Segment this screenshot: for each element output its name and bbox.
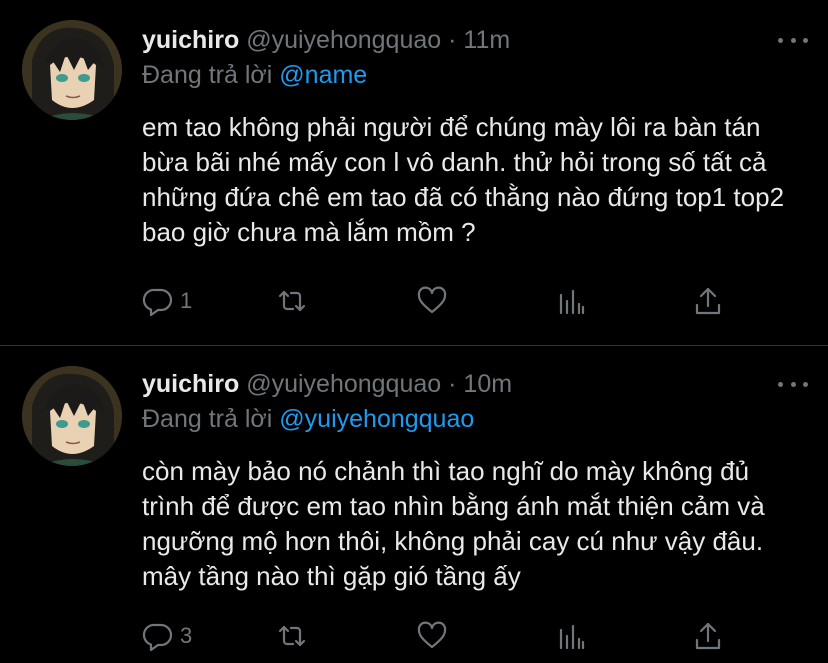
more-dots-icon[interactable]	[778, 30, 808, 50]
bar-chart-icon	[559, 289, 585, 315]
views-button[interactable]	[555, 281, 587, 321]
avatar-image	[22, 20, 122, 120]
views-button[interactable]	[555, 616, 587, 656]
user-handle[interactable]: @yuiyehongquao	[246, 370, 441, 398]
reply-mention-link[interactable]: @name	[279, 61, 367, 89]
avatar[interactable]	[22, 20, 122, 120]
bar-chart-icon	[559, 624, 585, 650]
replying-to: Đang trả lời @yuiyehongquao	[142, 402, 808, 436]
tweet-header: yuichiro @yuiyehongquao · 11m	[142, 24, 808, 56]
display-name[interactable]: yuichiro	[142, 370, 239, 398]
avatar-image	[22, 366, 122, 466]
tweet-text: còn mày bảo nó chảnh thì tao nghĩ do mày…	[142, 456, 765, 591]
replying-to: Đang trả lời @name	[142, 58, 808, 92]
tweet[interactable]: yuichiro @yuiyehongquao · 11m Đang trả l…	[0, 0, 828, 345]
retweet-icon	[278, 625, 306, 647]
tweet-text: em tao không phải người để chúng mày lôi…	[142, 112, 785, 247]
reply-prefix: Đang trả lời	[142, 405, 273, 433]
more-dots-icon[interactable]	[778, 374, 808, 394]
reply-prefix: Đang trả lời	[142, 61, 273, 89]
tweet-header: yuichiro @yuiyehongquao · 10m	[142, 368, 808, 400]
separator-dot: ·	[448, 370, 457, 398]
heart-icon	[417, 621, 447, 649]
tweet-actions: 1	[142, 281, 742, 321]
comment-bubble-icon	[142, 288, 173, 317]
like-button[interactable]	[416, 281, 448, 321]
retweet-icon	[278, 290, 306, 312]
share-upload-icon	[695, 622, 721, 650]
comment-bubble-icon	[142, 623, 173, 652]
retweet-button[interactable]	[276, 616, 308, 656]
reply-button[interactable]: 3	[142, 616, 192, 656]
reply-mention-link[interactable]: @yuiyehongquao	[279, 405, 474, 433]
share-button[interactable]	[692, 281, 724, 321]
share-upload-icon	[695, 287, 721, 315]
tweet[interactable]: yuichiro @yuiyehongquao · 10m Đang trả l…	[0, 345, 828, 663]
user-handle[interactable]: @yuiyehongquao	[246, 26, 441, 54]
retweet-button[interactable]	[276, 281, 308, 321]
timestamp[interactable]: 11m	[463, 26, 510, 54]
reply-count: 1	[180, 288, 193, 313]
separator-dot: ·	[448, 26, 457, 54]
share-button[interactable]	[692, 616, 724, 656]
tweet-actions: 3	[142, 616, 742, 656]
display-name[interactable]: yuichiro	[142, 26, 239, 54]
heart-icon	[417, 286, 447, 314]
like-button[interactable]	[416, 616, 448, 656]
reply-button[interactable]: 1	[142, 281, 192, 321]
reply-count: 3	[180, 623, 193, 648]
timestamp[interactable]: 10m	[463, 370, 512, 398]
avatar[interactable]	[22, 366, 122, 466]
